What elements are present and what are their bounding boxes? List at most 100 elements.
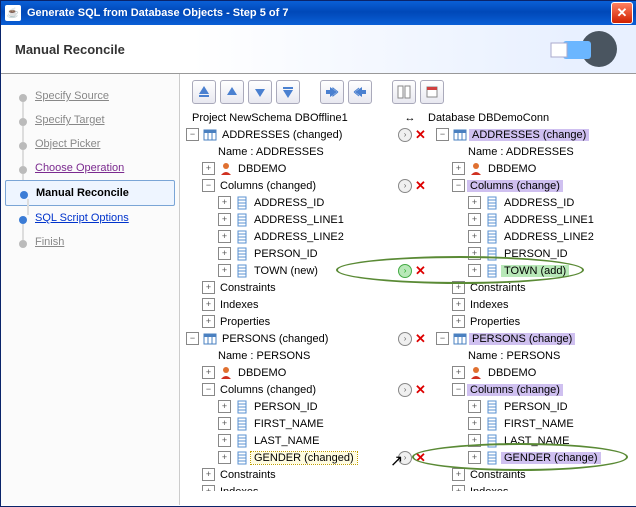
expander-icon[interactable]: − bbox=[436, 128, 449, 141]
expander-icon[interactable]: + bbox=[202, 366, 215, 379]
tree-row[interactable]: +Indexes bbox=[186, 483, 388, 491]
expander-icon[interactable]: + bbox=[218, 213, 231, 226]
delete-icon[interactable]: ✕ bbox=[415, 178, 426, 194]
next-diff-button[interactable] bbox=[248, 80, 272, 104]
expander-icon[interactable]: + bbox=[218, 196, 231, 209]
tree-row[interactable]: −PERSONS (change) bbox=[436, 330, 636, 347]
tree-row[interactable]: +PERSON_ID bbox=[436, 245, 636, 262]
expander-icon[interactable]: + bbox=[218, 264, 231, 277]
expander-icon[interactable]: + bbox=[218, 230, 231, 243]
tree-row[interactable]: +ADDRESS_ID bbox=[186, 194, 388, 211]
last-diff-button[interactable] bbox=[276, 80, 300, 104]
tree-row[interactable]: +Properties bbox=[436, 313, 636, 330]
copy-right-icon[interactable]: › bbox=[398, 128, 412, 142]
tree-row[interactable]: +ADDRESS_ID bbox=[436, 194, 636, 211]
tree-row[interactable]: Name : PERSONS bbox=[436, 347, 636, 364]
prev-diff-button[interactable] bbox=[220, 80, 244, 104]
tree-row[interactable]: −ADDRESSES (changed) bbox=[186, 126, 388, 143]
tree-row[interactable]: −ADDRESSES (change) bbox=[436, 126, 636, 143]
settings-button[interactable] bbox=[420, 80, 444, 104]
delete-icon[interactable]: ✕ bbox=[415, 450, 426, 466]
expander-icon[interactable]: − bbox=[452, 179, 465, 192]
delete-icon[interactable]: ✕ bbox=[415, 263, 426, 279]
copy-right-icon[interactable]: › bbox=[398, 264, 412, 278]
titlebar[interactable]: ☕ Generate SQL from Database Objects - S… bbox=[1, 1, 636, 25]
tree-row[interactable]: +PERSON_ID bbox=[436, 398, 636, 415]
tree-row[interactable]: +PERSON_ID bbox=[186, 245, 388, 262]
tree-row[interactable]: +GENDER (change) bbox=[436, 449, 636, 466]
expander-icon[interactable]: + bbox=[468, 213, 481, 226]
delete-icon[interactable]: ✕ bbox=[415, 382, 426, 398]
wizard-step-4[interactable]: Manual Reconcile bbox=[5, 180, 175, 206]
expander-icon[interactable]: + bbox=[468, 451, 481, 464]
expander-icon[interactable]: − bbox=[452, 383, 465, 396]
tree-row[interactable]: −Columns (changed) bbox=[186, 381, 388, 398]
tree-row[interactable]: +DBDEMO bbox=[186, 160, 388, 177]
tree-row[interactable]: Name : ADDRESSES bbox=[436, 143, 636, 160]
expander-icon[interactable]: + bbox=[218, 451, 231, 464]
tree-row[interactable]: +ADDRESS_LINE1 bbox=[436, 211, 636, 228]
tree-row[interactable]: +ADDRESS_LINE2 bbox=[436, 228, 636, 245]
expander-icon[interactable]: + bbox=[202, 162, 215, 175]
wizard-step-2[interactable]: Object Picker bbox=[1, 132, 179, 156]
copy-left-all-button[interactable] bbox=[320, 80, 344, 104]
expander-icon[interactable]: − bbox=[186, 332, 199, 345]
tree-row[interactable]: +Constraints bbox=[436, 466, 636, 483]
wizard-step-3[interactable]: Choose Operation bbox=[1, 156, 179, 180]
tree-row[interactable]: +ADDRESS_LINE2 bbox=[186, 228, 388, 245]
first-diff-button[interactable] bbox=[192, 80, 216, 104]
expander-icon[interactable]: − bbox=[186, 128, 199, 141]
expander-icon[interactable]: + bbox=[468, 434, 481, 447]
expander-icon[interactable]: + bbox=[218, 247, 231, 260]
tree-row[interactable]: +TOWN (add) bbox=[436, 262, 636, 279]
tree-row[interactable]: +LAST_NAME bbox=[186, 432, 388, 449]
tree-row[interactable]: +TOWN (new) bbox=[186, 262, 388, 279]
expander-icon[interactable]: + bbox=[202, 298, 215, 311]
tree-row[interactable]: +FIRST_NAME bbox=[436, 415, 636, 432]
expander-icon[interactable]: + bbox=[468, 400, 481, 413]
expander-icon[interactable]: + bbox=[218, 417, 231, 430]
expander-icon[interactable]: − bbox=[202, 383, 215, 396]
wizard-step-6[interactable]: Finish bbox=[1, 230, 179, 254]
tree-row[interactable]: +DBDEMO bbox=[436, 364, 636, 381]
tree-row[interactable]: +Properties bbox=[186, 313, 388, 330]
tree-row[interactable]: +Constraints bbox=[186, 466, 388, 483]
expander-icon[interactable]: + bbox=[202, 485, 215, 491]
right-tree[interactable]: −ADDRESSES (change)Name : ADDRESSES+DBDE… bbox=[430, 126, 636, 491]
expander-icon[interactable]: − bbox=[436, 332, 449, 345]
expander-icon[interactable]: + bbox=[452, 485, 465, 491]
copy-right-icon[interactable]: › bbox=[398, 332, 412, 346]
tree-row[interactable]: +Indexes bbox=[436, 296, 636, 313]
delete-icon[interactable]: ✕ bbox=[415, 127, 426, 143]
expander-icon[interactable]: + bbox=[468, 264, 481, 277]
expander-icon[interactable]: + bbox=[452, 366, 465, 379]
tree-row[interactable]: −Columns (change) bbox=[436, 381, 636, 398]
wizard-step-1[interactable]: Specify Target bbox=[1, 108, 179, 132]
tree-row[interactable]: −PERSONS (changed) bbox=[186, 330, 388, 347]
tree-row[interactable]: +Indexes bbox=[436, 483, 636, 491]
tree-row[interactable]: +LAST_NAME bbox=[436, 432, 636, 449]
tree-row[interactable]: +Constraints bbox=[436, 279, 636, 296]
wizard-step-5[interactable]: SQL Script Options bbox=[1, 206, 179, 230]
delete-icon[interactable]: ✕ bbox=[415, 331, 426, 347]
tree-row[interactable]: +PERSON_ID bbox=[186, 398, 388, 415]
tree-row[interactable]: −Columns (changed) bbox=[186, 177, 388, 194]
tree-row[interactable]: Name : ADDRESSES bbox=[186, 143, 388, 160]
tree-row[interactable]: −Columns (change) bbox=[436, 177, 636, 194]
tree-row[interactable]: Name : PERSONS bbox=[186, 347, 388, 364]
tree-row[interactable]: +Constraints bbox=[186, 279, 388, 296]
left-tree[interactable]: −ADDRESSES (changed)Name : ADDRESSES+DBD… bbox=[180, 126, 388, 491]
tree-row[interactable]: +DBDEMO bbox=[186, 364, 388, 381]
expander-icon[interactable]: + bbox=[452, 315, 465, 328]
tree-row[interactable]: +ADDRESS_LINE1 bbox=[186, 211, 388, 228]
copy-right-icon[interactable]: › bbox=[398, 451, 412, 465]
wizard-step-0[interactable]: Specify Source bbox=[1, 84, 179, 108]
copy-right-icon[interactable]: › bbox=[398, 179, 412, 193]
expander-icon[interactable]: + bbox=[202, 315, 215, 328]
expander-icon[interactable]: + bbox=[468, 196, 481, 209]
tree-row[interactable]: +DBDEMO bbox=[436, 160, 636, 177]
close-button[interactable]: ✕ bbox=[611, 2, 633, 24]
copy-right-all-button[interactable] bbox=[348, 80, 372, 104]
expander-icon[interactable]: + bbox=[468, 230, 481, 243]
tree-row[interactable]: +GENDER (changed) bbox=[186, 449, 388, 466]
